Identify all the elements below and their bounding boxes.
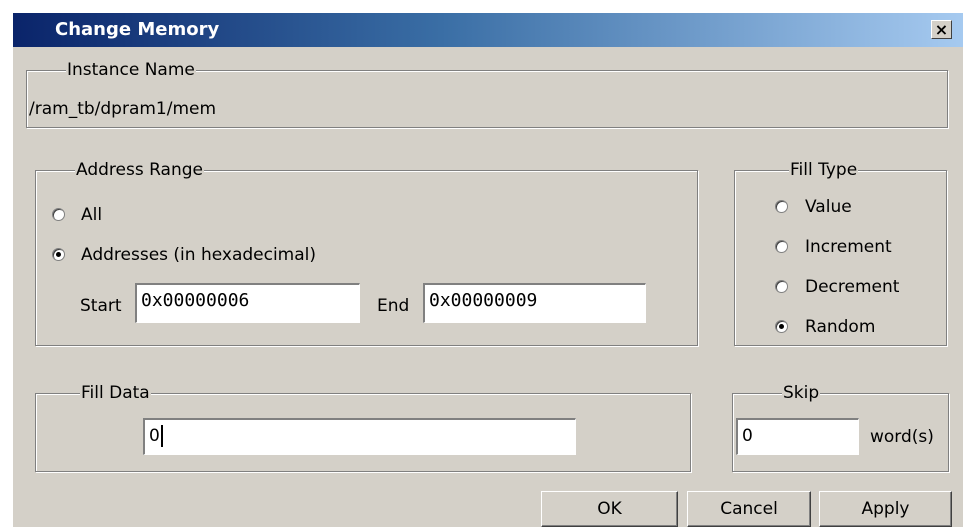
radio-all-label: All bbox=[81, 205, 103, 225]
instance-name-value: /ram_tb/dpram1/mem bbox=[29, 99, 217, 119]
dialog-title: Change Memory bbox=[55, 19, 220, 40]
radio-fill-value[interactable] bbox=[775, 200, 788, 213]
cancel-button-label: Cancel bbox=[720, 499, 778, 519]
radio-all[interactable] bbox=[52, 208, 65, 221]
start-address-value: 0x00000006 bbox=[141, 290, 250, 311]
fill-data-input[interactable]: 0 bbox=[143, 418, 576, 455]
skip-input[interactable]: 0 bbox=[736, 418, 859, 455]
fill-data-legend: Fill Data bbox=[80, 383, 151, 403]
apply-button-label: Apply bbox=[861, 499, 910, 519]
apply-button[interactable]: Apply bbox=[819, 491, 952, 527]
radio-fill-decrement-label: Decrement bbox=[805, 277, 900, 297]
address-range-legend: Address Range bbox=[75, 160, 204, 180]
start-label: Start bbox=[80, 296, 122, 316]
close-icon: × bbox=[934, 20, 949, 39]
end-address-input[interactable]: 0x00000009 bbox=[423, 283, 646, 323]
change-memory-dialog: Change Memory × Instance Name /ram_tb/dp… bbox=[12, 12, 963, 527]
skip-unit-label: word(s) bbox=[870, 427, 934, 447]
start-address-input[interactable]: 0x00000006 bbox=[135, 283, 360, 323]
instance-name-legend: Instance Name bbox=[66, 60, 196, 80]
fill-type-legend: Fill Type bbox=[789, 160, 859, 180]
close-button[interactable]: × bbox=[931, 20, 952, 39]
skip-legend: Skip bbox=[782, 383, 821, 403]
radio-addresses-label: Addresses (in hexadecimal) bbox=[81, 245, 317, 265]
end-address-value: 0x00000009 bbox=[429, 290, 538, 311]
title-bar[interactable]: Change Memory × bbox=[13, 13, 963, 47]
radio-fill-decrement[interactable] bbox=[775, 280, 788, 293]
radio-fill-increment-label: Increment bbox=[805, 237, 892, 257]
skip-value: 0 bbox=[742, 426, 753, 446]
ok-button[interactable]: OK bbox=[541, 491, 678, 527]
fill-data-value: 0 bbox=[149, 426, 160, 446]
ok-button-label: OK bbox=[597, 499, 622, 519]
radio-fill-value-label: Value bbox=[805, 197, 852, 217]
radio-fill-random[interactable] bbox=[775, 320, 788, 333]
radio-fill-increment[interactable] bbox=[775, 240, 788, 253]
radio-fill-random-label: Random bbox=[805, 317, 876, 337]
end-label: End bbox=[377, 296, 410, 316]
radio-addresses[interactable] bbox=[52, 248, 65, 261]
text-cursor bbox=[160, 425, 163, 447]
cancel-button[interactable]: Cancel bbox=[687, 491, 811, 527]
